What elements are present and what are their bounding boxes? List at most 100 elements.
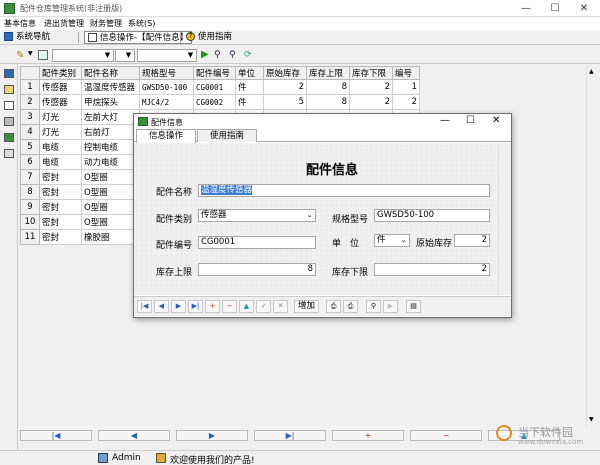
print-preview-icon[interactable]: ⎙ [343, 300, 358, 313]
table-cell[interactable]: 传感器 [39, 94, 82, 110]
table-cell[interactable]: 2 [392, 94, 420, 110]
table-cell[interactable]: GWSD50-100 [139, 79, 194, 95]
column-header[interactable]: 配件类别 [39, 66, 82, 80]
table-cell[interactable]: CG0002 [193, 94, 236, 110]
table-cell[interactable]: 密封 [39, 184, 82, 200]
menu-finance[interactable]: 财务管理 [90, 18, 122, 29]
prev-record-button[interactable]: ◀ [154, 300, 169, 313]
dialog-minimize-button[interactable]: — [440, 115, 450, 126]
column-header[interactable]: 编号 [392, 66, 420, 80]
add-button[interactable]: 增加 [294, 300, 320, 313]
filter-users-icon[interactable]: ⚲ [229, 50, 236, 60]
user-icon[interactable] [4, 85, 14, 94]
table-cell[interactable]: 灯光 [39, 109, 82, 125]
table-cell[interactable]: 8 [306, 94, 350, 110]
table-cell[interactable]: CG0001 [193, 79, 236, 95]
table-cell[interactable]: 2 [349, 94, 393, 110]
table-cell[interactable]: 密封 [39, 214, 82, 230]
table-cell[interactable]: 件 [235, 94, 264, 110]
column-header[interactable]: 库存下限 [349, 66, 393, 80]
category-select[interactable]: 传感器 ⌄ [198, 209, 316, 222]
tab-user-guide[interactable]: 使用指南 [197, 129, 257, 142]
next-record-button[interactable]: ▶ [176, 430, 248, 441]
menu-stock-io[interactable]: 进出货管理 [44, 18, 84, 29]
close-button[interactable]: ✕ [570, 2, 598, 15]
table-cell[interactable]: 电缆 [39, 154, 82, 170]
vertical-scrollbar[interactable]: ▲ ▼ [586, 66, 598, 426]
tab-info-operation[interactable]: 信息操作 [136, 129, 196, 143]
table-cell[interactable]: O型圈 [81, 214, 140, 230]
dialog-close-button[interactable]: ✕ [492, 115, 500, 126]
last-record-button[interactable]: ▶| [188, 300, 203, 313]
table-cell[interactable]: 传感器 [39, 79, 82, 95]
field-select[interactable]: ▼ [52, 49, 114, 62]
refresh-icon[interactable]: ⟳ [244, 50, 252, 60]
document-icon[interactable] [38, 50, 48, 60]
operator-select[interactable]: ▼ [115, 49, 135, 62]
menu-basic-info[interactable]: 基本信息 [4, 18, 36, 29]
table-cell[interactable]: 密封 [39, 199, 82, 215]
minimize-button[interactable]: — [512, 2, 540, 15]
table-cell[interactable]: 控制电缆 [81, 139, 140, 155]
part-name-field[interactable]: 温湿度传感器 [198, 184, 490, 197]
table-cell[interactable]: 8 [306, 79, 350, 95]
excel-icon[interactable] [4, 133, 14, 142]
maximize-button[interactable]: ☐ [541, 2, 569, 15]
last-record-button[interactable]: ▶| [254, 430, 326, 441]
column-header[interactable]: 配件编号 [193, 66, 236, 80]
delete-record-button[interactable]: − [410, 430, 482, 441]
search-icon[interactable]: ⚲ [366, 300, 381, 313]
column-header[interactable]: 原始库存 [263, 66, 307, 80]
next-record-button[interactable]: ▶ [171, 300, 186, 313]
menu-system[interactable]: 系统(S) [128, 18, 155, 29]
table-cell[interactable]: 2 [349, 79, 393, 95]
table-row[interactable]: 1 传感器 温湿度传感器 GWSD50-100 CG0001 件 2 8 2 1 [20, 79, 420, 95]
table-cell[interactable]: 右前灯 [81, 124, 140, 140]
first-record-button[interactable]: |◀ [137, 300, 152, 313]
help-button[interactable]: ? 使用指南 [186, 31, 232, 44]
book-icon[interactable] [4, 101, 14, 110]
trash-icon[interactable] [4, 149, 14, 158]
column-header[interactable]: 单位 [235, 66, 264, 80]
table-cell[interactable]: 密封 [39, 229, 82, 245]
table-cell[interactable]: 橡胶圈 [81, 229, 140, 245]
prev-record-button[interactable]: ◀ [98, 430, 170, 441]
table-cell[interactable]: 温湿度传感器 [81, 79, 140, 95]
chevron-down-icon[interactable]: ▼ [28, 50, 33, 57]
table-cell[interactable]: O型圈 [81, 199, 140, 215]
nav-button[interactable]: 系统导航 [4, 31, 50, 44]
first-record-button[interactable]: |◀ [20, 430, 92, 441]
dialog-maximize-button[interactable]: ☐ [466, 115, 475, 126]
stock-upper-field[interactable]: 8 [198, 263, 316, 276]
table-cell[interactable]: 件 [235, 79, 264, 95]
table-cell[interactable]: 动力电缆 [81, 154, 140, 170]
export-icon[interactable] [4, 117, 14, 126]
pencil-icon[interactable]: ✎ [16, 50, 24, 61]
initial-stock-field[interactable]: 2 [454, 234, 490, 247]
play-icon[interactable]: ▶ [383, 300, 398, 313]
stock-lower-field[interactable]: 2 [374, 263, 490, 276]
table-cell[interactable]: 左前大灯 [81, 109, 140, 125]
column-header[interactable]: 库存上限 [306, 66, 350, 80]
column-header[interactable]: 配件名称 [81, 66, 140, 80]
table-cell[interactable]: O型圈 [81, 184, 140, 200]
report-icon[interactable]: ▤ [406, 300, 421, 313]
table-cell[interactable]: 1 [392, 79, 420, 95]
spec-field[interactable]: GWSD50-100 [374, 209, 490, 222]
table-cell[interactable]: 甲烷探头 [81, 94, 140, 110]
value-select[interactable]: ▼ [137, 49, 197, 62]
find-users-icon[interactable]: ⚲ [214, 50, 221, 60]
unit-select[interactable]: 件 ⌄ [374, 234, 410, 247]
table-cell[interactable]: 密封 [39, 169, 82, 185]
play-icon[interactable]: ▶ [201, 49, 209, 60]
cancel-record-button[interactable]: ✕ [273, 300, 288, 313]
table-cell[interactable]: 5 [263, 94, 307, 110]
table-cell[interactable]: O型圈 [81, 169, 140, 185]
table-cell[interactable]: 2 [263, 79, 307, 95]
tab-info-operation[interactable]: 信息操作-【配件信息】 [84, 31, 193, 44]
table-cell[interactable]: MJC4/2 [139, 94, 194, 110]
table-cell[interactable]: 电缆 [39, 139, 82, 155]
column-header[interactable]: 规格型号 [139, 66, 194, 80]
save-record-button[interactable]: ✓ [256, 300, 271, 313]
delete-record-button[interactable]: − [222, 300, 237, 313]
